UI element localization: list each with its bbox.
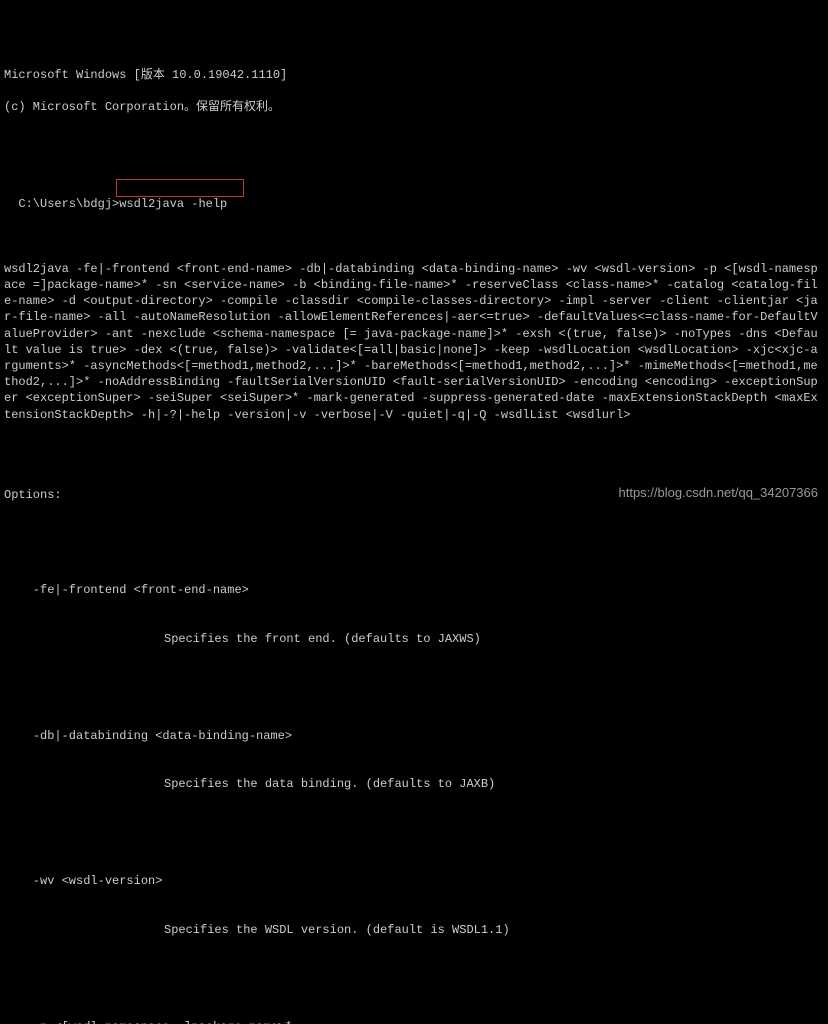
option-desc: Specifies the WSDL version. (default is … [4,922,824,938]
copyright-line: (c) Microsoft Corporation。保留所有权利。 [4,99,824,115]
option-flag: -db|-databinding <data-binding-name> [4,728,824,744]
option-flag: -wv <wsdl-version> [4,873,824,889]
prompt-line[interactable]: C:\Users\bdgj>wsdl2java -help [4,180,824,229]
options-list: -fe|-frontend <front-end-name> Specifies… [4,550,824,1024]
usage-text: wsdl2java -fe|-frontend <front-end-name>… [4,261,824,423]
blank-line-2 [4,455,824,471]
option-flag: -p <[wsdl-namespace =]package-name>* [4,1019,824,1024]
blank-line [4,132,824,148]
highlight-box [116,179,244,197]
option-flag: -fe|-frontend <front-end-name> [4,582,824,598]
winver-line: Microsoft Windows [版本 10.0.19042.1110] [4,67,824,83]
watermark-text: https://blog.csdn.net/qq_34207366 [619,484,819,502]
prompt-path: C:\Users\bdgj> [18,197,119,211]
option-desc: Specifies the data binding. (defaults to… [4,776,824,792]
option-desc: Specifies the front end. (defaults to JA… [4,631,824,647]
prompt-command[interactable]: wsdl2java -help [119,197,227,211]
